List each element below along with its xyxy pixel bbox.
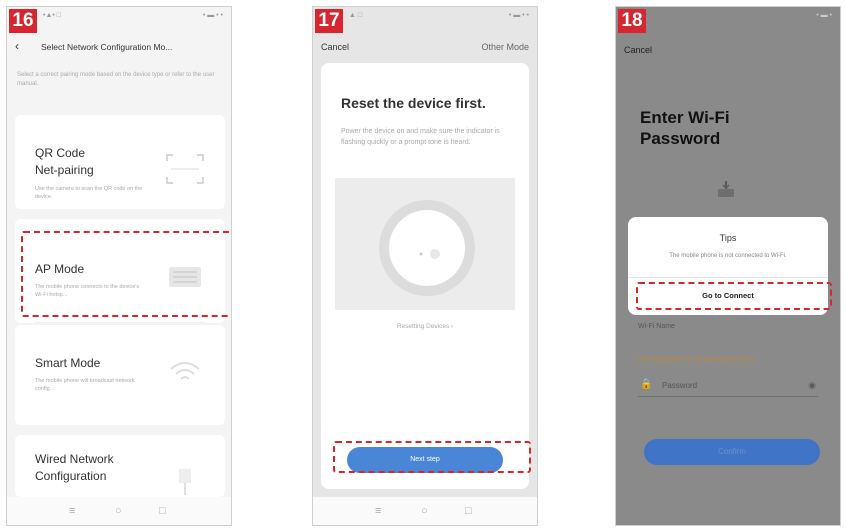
menu-softkey-icon[interactable]: ≡ (69, 505, 75, 517)
mode-description: Use the camera to scan the QR code on th… (35, 186, 143, 200)
mode-description: The mobile phone will broadcast network … (35, 378, 135, 392)
mode-card-wired-network[interactable]: Wired Network Configuration (15, 435, 225, 497)
page-title: Enter Wi-Fi Password (640, 107, 730, 149)
wifi-broadcast-icon (170, 362, 200, 380)
cancel-button[interactable]: Cancel (624, 45, 652, 55)
phone-screen-16: 16 •▲• □ • ▬ • • ‹ Select Network Config… (6, 6, 232, 526)
home-softkey-icon[interactable]: ○ (421, 505, 428, 517)
nav-bar: Cancel (616, 35, 840, 57)
status-bar-right: • ▬ • (816, 12, 832, 19)
sheet-title: Reset the device first. (341, 95, 486, 111)
mode-card-qr-code[interactable]: QR Code Net-pairing Use the camera to sc… (15, 115, 225, 209)
step-badge: 16 (9, 9, 37, 33)
title-line-1: Enter Wi-Fi (640, 108, 730, 127)
recent-softkey-icon[interactable]: □ (465, 505, 472, 517)
device-illustration (335, 178, 515, 310)
mode-title: Wired Network (35, 452, 114, 466)
password-placeholder: Password (662, 381, 698, 390)
mode-title-line2: Configuration (35, 469, 107, 483)
mode-title: Smart Mode (35, 356, 101, 370)
step-badge: 17 (315, 9, 343, 33)
smart-plug-icon (379, 200, 475, 296)
cancel-button[interactable]: Cancel (321, 42, 349, 52)
sheet-description: Power the device on and make sure the in… (341, 128, 500, 146)
mode-hint-text: Select a correct pairing mode based on t… (17, 72, 215, 87)
phone-screen-18: 18 • ▬ • Cancel Enter Wi-Fi Password Tip… (615, 6, 841, 526)
dialog-title: Tips (719, 233, 737, 243)
go-to-connect-highlight (636, 282, 832, 310)
mode-title: QR Code (35, 146, 86, 160)
mode-card-smart-mode[interactable]: Smart Mode The mobile phone will broadca… (15, 325, 225, 425)
wifi-name-label: Wi-Fi Name (638, 323, 675, 330)
resetting-devices-link[interactable]: Resetting Devices › (321, 323, 529, 330)
wifi-warning-text: The mobile phone is not connected to Wi-… (638, 357, 756, 363)
wifi-name-row[interactable]: Wi-Fi Name (638, 323, 818, 330)
ap-mode-highlight (21, 231, 231, 317)
status-bar-left: ▲ □ (349, 12, 363, 19)
phone-screen-17: 17 ▲ □ • ▬ • • Cancel Other Mode Reset t… (312, 6, 538, 526)
system-nav-bar: ≡ ○ □ (7, 497, 231, 525)
status-bar-right: • ▬ • • (202, 12, 223, 19)
recent-softkey-icon[interactable]: □ (159, 505, 166, 517)
divider (628, 277, 828, 278)
nav-bar: ‹ Select Network Configuration Mo... (7, 35, 231, 57)
status-bar-left: •▲• □ (43, 12, 62, 19)
step-badge: 18 (618, 9, 646, 33)
qr-scan-icon (166, 154, 204, 184)
eye-icon[interactable]: ◉ (808, 380, 816, 391)
menu-softkey-icon[interactable]: ≡ (375, 505, 381, 517)
reset-instructions-sheet: Reset the device first. Power the device… (321, 63, 529, 489)
mode-title-line2: Net-pairing (35, 163, 94, 177)
other-mode-button[interactable]: Other Mode (481, 42, 529, 52)
next-step-highlight (333, 441, 531, 473)
divider (35, 322, 205, 323)
title-line-2: Password (640, 129, 721, 148)
password-field[interactable]: 🔒 Password ◉ (638, 379, 818, 397)
status-bar-right: • ▬ • • (508, 12, 529, 19)
system-nav-bar: ≡ ○ □ (313, 497, 537, 525)
wifi-router-icon (718, 181, 734, 197)
nav-bar: Cancel Other Mode (313, 35, 537, 57)
home-softkey-icon[interactable]: ○ (115, 505, 122, 517)
lock-icon: 🔒 (640, 379, 653, 390)
ethernet-icon (179, 469, 191, 495)
dialog-message: The mobile phone is not connected to Wi-… (669, 253, 787, 259)
back-arrow-icon[interactable]: ‹ (15, 39, 19, 53)
page-title: Select Network Configuration Mo... (41, 42, 173, 52)
confirm-button[interactable]: Confirm (644, 439, 820, 465)
